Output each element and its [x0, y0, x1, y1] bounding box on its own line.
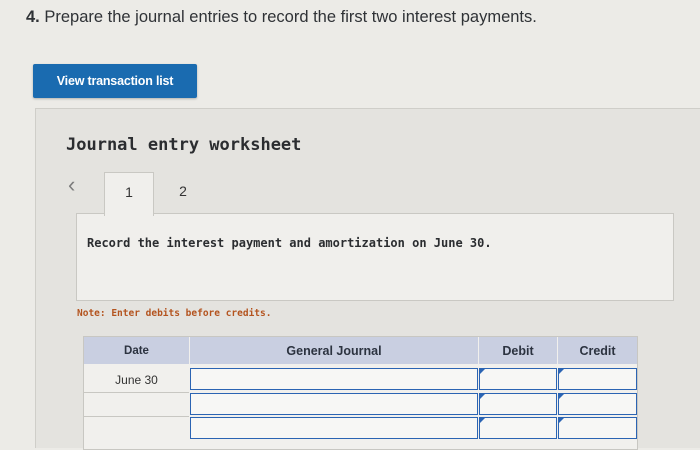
debit-input[interactable] [479, 393, 557, 415]
account-input[interactable] [190, 393, 478, 415]
journal-table: Date General Journal Debit Credit June 3… [83, 336, 638, 450]
instruction-panel: Record the interest payment and amortiza… [76, 213, 674, 301]
credit-input[interactable] [558, 393, 637, 415]
view-transaction-list-button[interactable]: View transaction list [33, 64, 197, 98]
question-prompt: 4. Prepare the journal entries to record… [26, 8, 537, 27]
note-text: Note: Enter debits before credits. [77, 308, 272, 319]
account-input[interactable] [190, 417, 478, 439]
debit-input[interactable] [479, 368, 557, 390]
row-date-cell[interactable] [84, 393, 189, 416]
row-date-cell[interactable] [84, 417, 189, 440]
credit-input[interactable] [558, 368, 637, 390]
tab-1[interactable]: 1 [104, 172, 154, 216]
tab-label: 1 [125, 184, 133, 200]
column-header-credit: Credit [558, 337, 637, 364]
column-header-date: Date [84, 337, 189, 364]
column-header-general-journal: General Journal [190, 337, 478, 364]
question-number: 4. [26, 8, 40, 26]
tab-2[interactable]: 2 [158, 172, 208, 212]
account-input[interactable] [190, 368, 478, 390]
chevron-left-icon[interactable]: ‹ [68, 174, 75, 196]
tab-label: 2 [179, 183, 187, 199]
column-header-debit: Debit [479, 337, 557, 364]
credit-input[interactable] [558, 417, 637, 439]
worksheet-title: Journal entry worksheet [66, 135, 302, 155]
instruction-text: Record the interest payment and amortiza… [87, 236, 492, 250]
question-text: Prepare the journal entries to record th… [44, 8, 537, 26]
row-date-cell[interactable]: June 30 [84, 368, 189, 391]
debit-input[interactable] [479, 417, 557, 439]
journal-entry-worksheet: Journal entry worksheet ‹ 1 2 Record the… [35, 108, 700, 450]
